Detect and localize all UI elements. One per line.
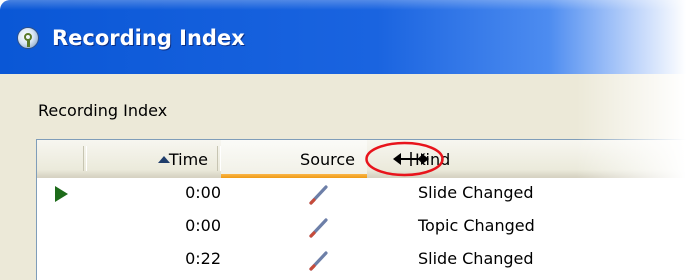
pen-icon bbox=[309, 251, 328, 271]
table-row[interactable]: 0:00 Slide Changed bbox=[37, 178, 686, 211]
app-bulb-icon[interactable] bbox=[17, 27, 39, 49]
column-header-time[interactable]: Time bbox=[87, 140, 221, 177]
column-header-source-label: Source bbox=[300, 150, 355, 169]
window-title: Recording Index bbox=[52, 26, 245, 50]
row-kind: Topic Changed bbox=[418, 216, 535, 235]
play-indicator-icon bbox=[55, 186, 68, 202]
row-time: 0:00 bbox=[185, 183, 221, 202]
row-kind: Slide Changed bbox=[418, 183, 534, 202]
column-header-source[interactable]: Source bbox=[221, 140, 367, 178]
column-header-time-label: Time bbox=[168, 150, 208, 169]
row-kind: Slide Changed bbox=[418, 249, 534, 268]
window-client-area: Recording Index Time Source Kind 0:00 Sl… bbox=[0, 74, 686, 280]
recording-index-window: Recording Index Recording Index Time Sou… bbox=[0, 0, 686, 280]
column-resize-cursor-icon bbox=[393, 152, 429, 166]
row-time: 0:22 bbox=[185, 249, 221, 268]
list-header: Time Source Kind bbox=[37, 140, 686, 178]
recording-index-list[interactable]: Time Source Kind 0:00 Slide Changed 0:00… bbox=[36, 139, 686, 280]
table-row[interactable]: 0:00 Topic Changed bbox=[37, 211, 686, 244]
table-row[interactable]: 0:22 Slide Changed bbox=[37, 244, 686, 277]
column-header-indicator[interactable] bbox=[37, 140, 87, 177]
group-label: Recording Index bbox=[38, 101, 168, 120]
title-bar[interactable]: Recording Index bbox=[0, 0, 686, 74]
row-time: 0:00 bbox=[185, 216, 221, 235]
pen-icon bbox=[309, 185, 328, 205]
pen-icon bbox=[309, 218, 328, 238]
